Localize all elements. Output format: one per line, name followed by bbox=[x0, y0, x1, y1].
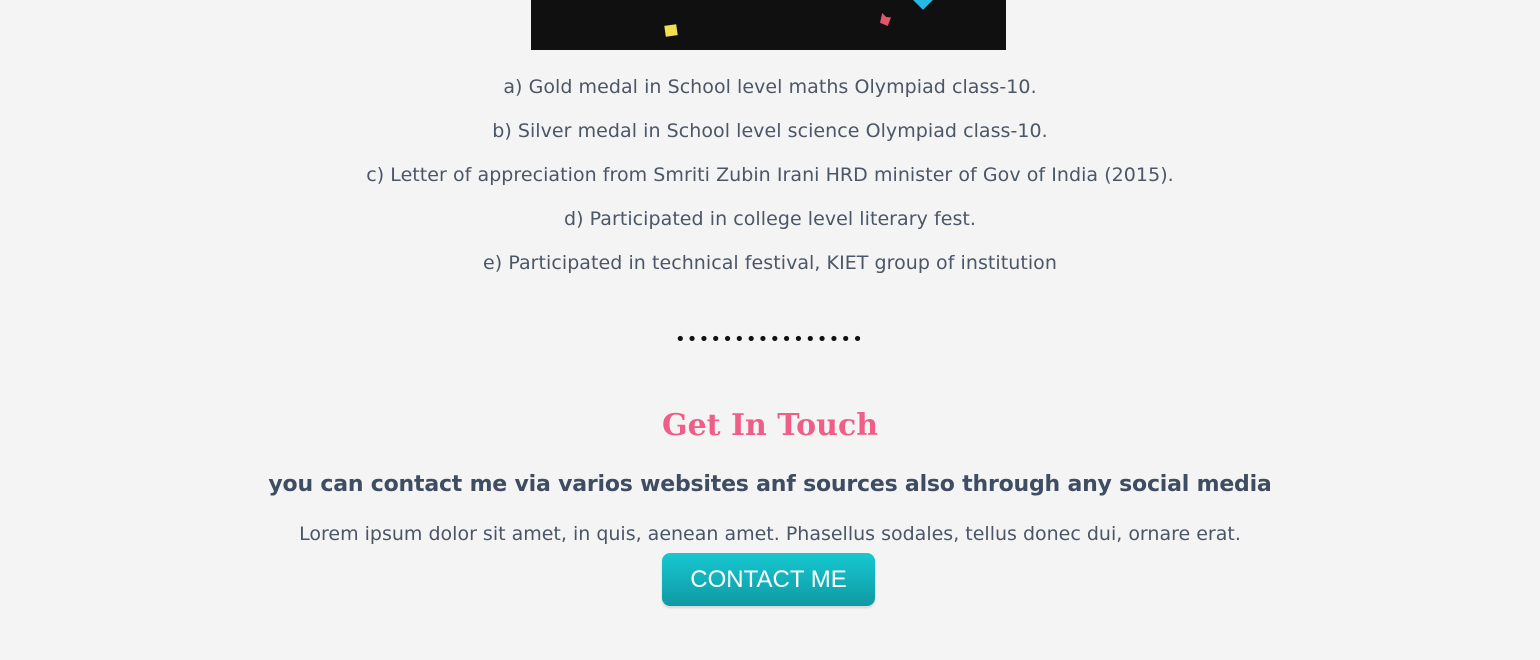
achievement-item: e) Participated in technical festival, K… bbox=[483, 252, 1057, 274]
blue-confetti-icon bbox=[913, 0, 933, 10]
contact-description: Lorem ipsum dolor sit amet, in quis, aen… bbox=[299, 523, 1241, 545]
achievement-item: c) Letter of appreciation from Smriti Zu… bbox=[366, 164, 1174, 186]
achievement-item: b) Silver medal in School level science … bbox=[492, 120, 1048, 142]
achievement-image bbox=[531, 0, 1006, 50]
achievements-list: a) Gold medal in School level maths Olym… bbox=[0, 72, 1540, 292]
dotted-separator: •••••••••••••••• bbox=[674, 329, 865, 350]
contact-subtitle: you can contact me via varios websites a… bbox=[268, 472, 1272, 497]
red-confetti-icon bbox=[880, 13, 891, 26]
achievement-item: d) Participated in college level literar… bbox=[563, 208, 977, 230]
yellow-confetti-icon bbox=[664, 24, 678, 37]
contact-title: Get In Touch bbox=[661, 408, 879, 443]
contact-me-button[interactable]: CONTACT ME bbox=[662, 553, 875, 606]
achievement-item: a) Gold medal in School level maths Olym… bbox=[503, 76, 1037, 98]
